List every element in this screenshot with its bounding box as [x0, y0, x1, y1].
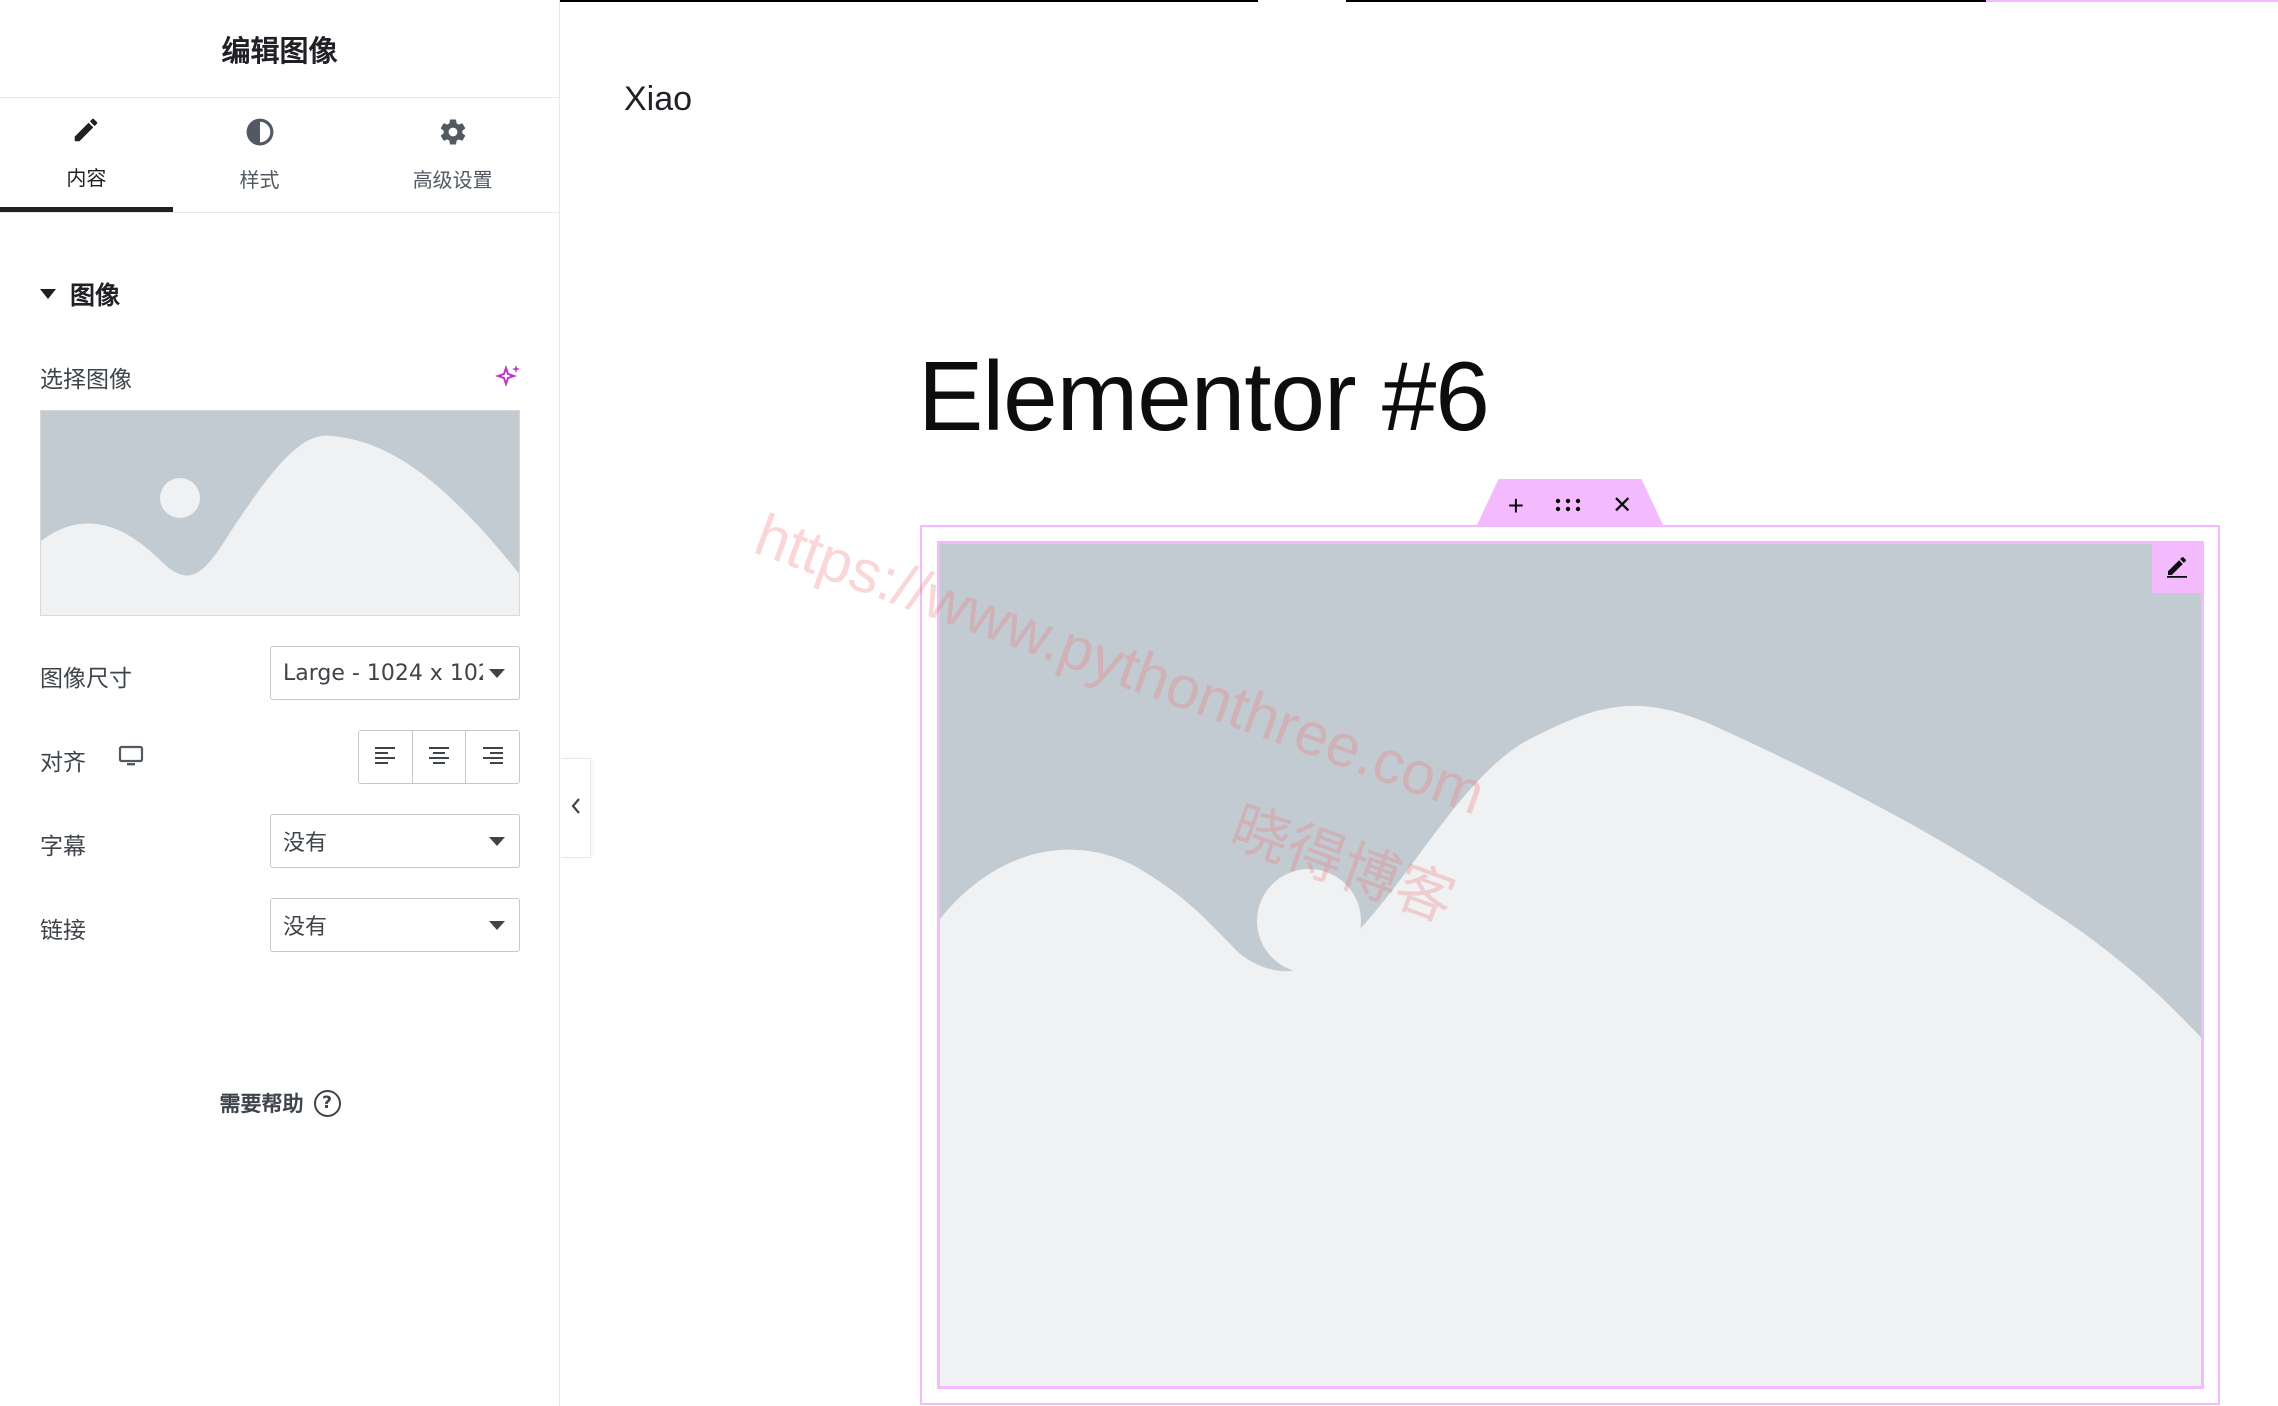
caption-value: 没有 — [283, 831, 328, 856]
half-circle-icon — [245, 117, 275, 152]
image-placeholder-icon — [41, 411, 519, 615]
chevron-down-icon — [489, 669, 505, 678]
caption-select[interactable]: 没有 — [270, 814, 520, 868]
collapse-panel-button[interactable] — [561, 758, 591, 858]
panel-tabs: 内容 样式 高级设置 — [0, 98, 559, 213]
section-title: 图像 — [70, 281, 121, 310]
tab-content[interactable]: 内容 — [0, 98, 173, 212]
pencil-icon — [2165, 554, 2189, 583]
choose-image-label: 选择图像 — [40, 367, 132, 393]
tab-label: 内容 — [66, 165, 107, 190]
image-placeholder-icon — [940, 544, 2201, 1386]
gear-icon — [438, 117, 468, 152]
image-widget[interactable] — [937, 541, 2204, 1389]
chevron-left-icon — [569, 796, 583, 821]
tab-label: 样式 — [239, 168, 280, 192]
link-label: 链接 — [40, 918, 86, 944]
pencil-icon — [71, 115, 101, 150]
alignment-label: 对齐 — [40, 750, 86, 776]
section-toggle-image[interactable]: 图像 — [40, 276, 120, 312]
help-link[interactable]: 需要帮助 ? — [0, 1088, 560, 1118]
image-picker-preview[interactable] — [40, 410, 520, 616]
link-select[interactable]: 没有 — [270, 898, 520, 952]
caption-label: 字幕 — [40, 834, 86, 860]
help-label: 需要帮助 — [219, 1092, 304, 1116]
site-title-link[interactable]: Xiao — [624, 80, 692, 119]
preview-top-border — [1346, 0, 1986, 2]
edit-widget-button[interactable] — [2152, 543, 2202, 593]
align-right-button[interactable] — [466, 731, 519, 783]
tab-label: 高级设置 — [412, 168, 493, 192]
section-handle: + ✕ — [1476, 479, 1664, 527]
caret-down-icon — [40, 289, 56, 299]
add-element-button[interactable]: + — [1508, 492, 1524, 520]
tab-style[interactable]: 样式 — [173, 98, 347, 212]
panel-title: 编辑图像 — [221, 33, 338, 68]
alignment-choices — [358, 730, 520, 784]
sparkle-icon[interactable] — [494, 362, 523, 390]
tab-advanced[interactable]: 高级设置 — [346, 98, 559, 212]
page-title: Elementor #6 — [918, 341, 1490, 451]
align-center-button[interactable] — [412, 731, 467, 783]
image-size-label: 图像尺寸 — [40, 666, 132, 692]
align-right-icon — [481, 744, 505, 771]
image-size-select[interactable]: Large - 1024 x 1024 — [270, 646, 520, 700]
close-icon[interactable]: ✕ — [1612, 494, 1632, 518]
image-size-value: Large - 1024 x 1024 — [283, 660, 483, 686]
chevron-down-icon — [489, 837, 505, 846]
align-left-button[interactable] — [359, 731, 413, 783]
preview-top-border — [560, 0, 1258, 2]
align-center-icon — [427, 744, 451, 771]
editor-panel: 编辑图像 内容 样式 高级设置 图像 选择图像 图像尺寸 Large - 102… — [0, 0, 560, 1406]
link-value: 没有 — [283, 915, 328, 940]
question-circle-icon: ? — [313, 1089, 341, 1117]
panel-header: 编辑图像 — [0, 0, 559, 98]
monitor-icon[interactable] — [118, 745, 144, 767]
preview-top-border-accent — [1986, 0, 2278, 2]
chevron-down-icon — [489, 921, 505, 930]
move-handle-icon[interactable] — [1554, 495, 1582, 517]
align-left-icon — [373, 744, 397, 771]
